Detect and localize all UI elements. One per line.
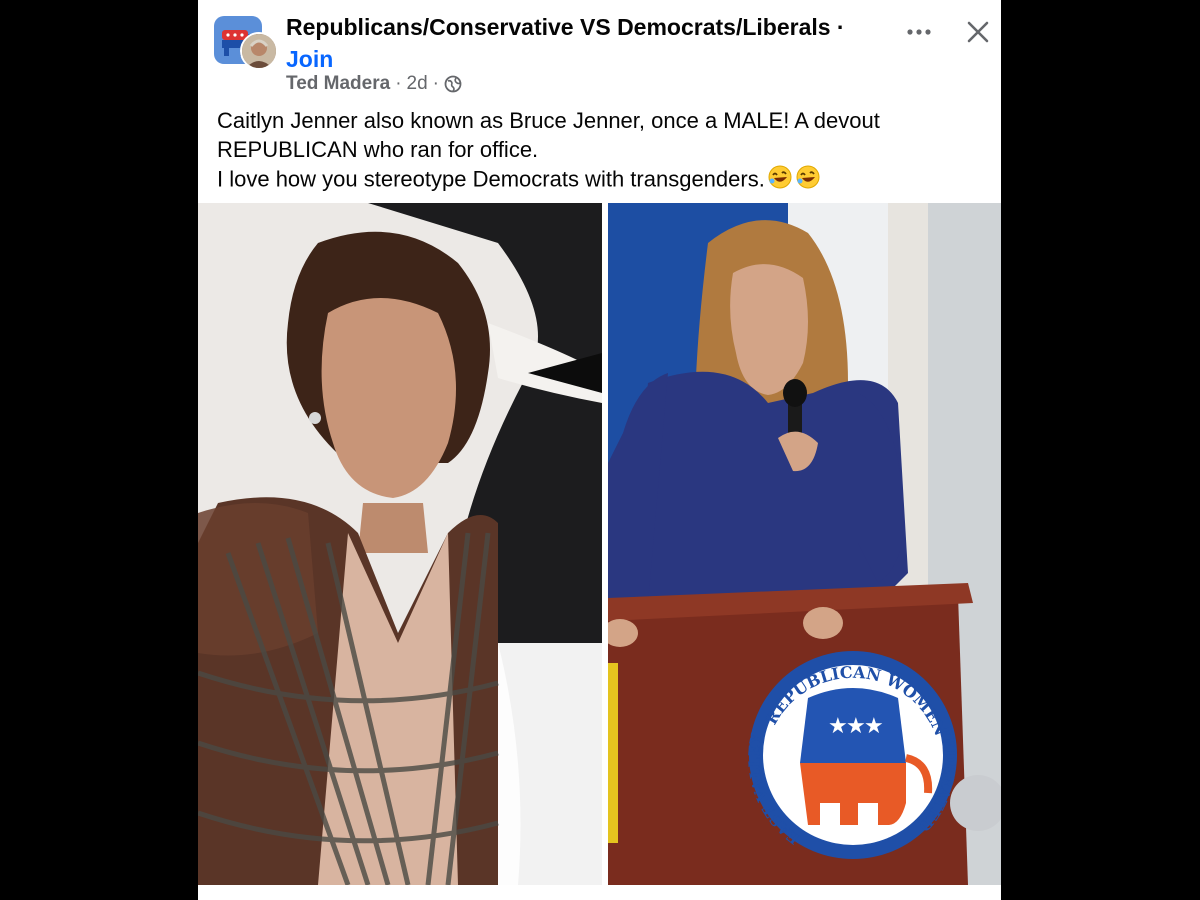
post-text-line-content: I love how you stereotype Democrats with… — [217, 166, 765, 192]
profile-photo-icon — [242, 34, 276, 68]
close-button[interactable] — [964, 18, 992, 46]
post-meta: Ted Madera · 2d · — [286, 73, 462, 95]
post-text-line: Caitlyn Jenner also known as Bruce Jenne… — [217, 108, 880, 133]
svg-text:★: ★ — [864, 714, 884, 739]
post-time[interactable]: 2d — [407, 73, 428, 95]
user-avatar[interactable] — [240, 32, 278, 70]
meta-separator: · — [432, 73, 439, 94]
meta-separator: · — [395, 73, 402, 94]
join-button[interactable]: Join — [286, 46, 333, 73]
post-text-line: I love how you stereotype Democrats with… — [217, 164, 977, 197]
svg-text:★: ★ — [828, 714, 848, 739]
post-photo-left[interactable] — [198, 203, 602, 885]
laughing-emoji-icon — [795, 164, 821, 197]
avatar-group[interactable] — [214, 14, 278, 70]
close-icon — [967, 21, 989, 43]
svg-text:★: ★ — [846, 714, 866, 739]
post-text-line: REPUBLICAN who ran for office. — [217, 137, 539, 162]
group-name-link[interactable]: Republicans/Conservative VS Democrats/Li… — [286, 14, 886, 41]
laughing-emoji-icon — [767, 164, 793, 197]
photo-woman-gown — [198, 203, 602, 885]
more-options-button[interactable] — [904, 20, 934, 44]
more-dots-icon — [907, 29, 931, 35]
post-body: Caitlyn Jenner also known as Bruce Jenne… — [217, 106, 977, 197]
author-name[interactable]: Ted Madera — [286, 73, 390, 95]
post-photo-right[interactable]: ★ ★ ★ REPUBLICAN WOMEN EAST VALLEY FEDER… — [608, 203, 1001, 885]
post-card: Republicans/Conservative VS Democrats/Li… — [198, 0, 1001, 900]
photo-woman-podium: ★ ★ ★ REPUBLICAN WOMEN EAST VALLEY FEDER… — [608, 203, 1001, 885]
globe-icon — [444, 75, 462, 93]
